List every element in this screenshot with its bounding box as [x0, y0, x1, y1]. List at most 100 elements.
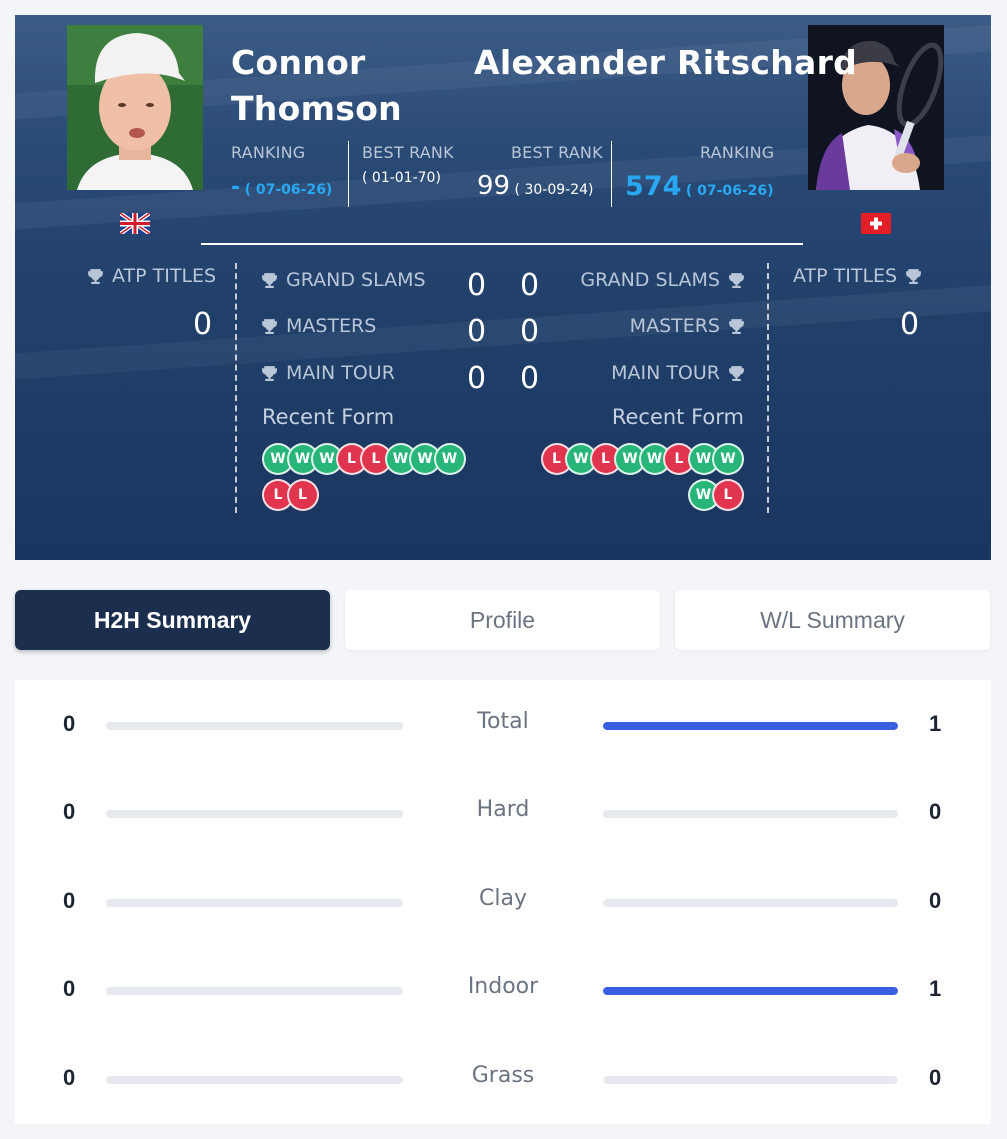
masters-text: MASTERS	[286, 315, 377, 337]
player1-ranking-value: -	[231, 175, 241, 200]
h2h-category-label: Hard	[476, 797, 530, 822]
h2h-right-bar-fill	[603, 722, 898, 730]
player1-main-tour-value: 0	[467, 361, 487, 396]
player2-best-rank-value: 99	[477, 171, 511, 201]
form-loss-badge: L	[286, 479, 319, 511]
player1-atp-titles-value: 0	[193, 307, 213, 342]
trophy-icon	[729, 318, 744, 334]
player1-ranking-date: ( 07-06-26)	[244, 182, 333, 198]
player2-name[interactable]: Alexander Ritschard	[474, 40, 857, 86]
h2h-right-value: 0	[929, 888, 942, 913]
h2h-category-label: Total	[477, 709, 529, 734]
h2h-left-bar	[106, 987, 403, 995]
h2h-right-bar	[603, 810, 898, 818]
h2h-row-total: 0 Total 1	[15, 705, 991, 745]
h2h-right-value: 1	[929, 711, 942, 736]
h2h-right-bar	[603, 1076, 898, 1084]
player2-main-tour-label: MAIN TOUR	[611, 362, 745, 384]
h2h-left-bar	[106, 899, 403, 907]
h2h-left-bar	[106, 1076, 403, 1084]
h2h-row-grass: 0 Grass 0	[15, 1059, 991, 1099]
atp-titles-text: ATP TITLES	[793, 265, 898, 287]
player2-atp-titles-label: ATP TITLES	[793, 265, 922, 287]
h2h-left-value: 0	[63, 976, 76, 1001]
h2h-right-value: 1	[929, 976, 942, 1001]
dashed-divider	[235, 263, 237, 513]
player2-grand-slams-label: GRAND SLAMS	[580, 269, 745, 291]
h2h-right-bar	[603, 722, 898, 730]
player1-photo[interactable]	[67, 25, 203, 190]
swiss-flag-icon	[861, 213, 891, 234]
h2h-category-label: Indoor	[467, 974, 539, 999]
player1-best-rank-label: BEST RANK	[362, 143, 454, 162]
h2h-right-value: 0	[929, 799, 942, 824]
player1-atp-titles-label: ATP TITLES	[87, 265, 216, 287]
player2-masters-label: MASTERS	[630, 315, 745, 337]
h2h-right-value: 0	[929, 1065, 942, 1090]
header-divider	[201, 243, 803, 245]
player1-name-last[interactable]: Thomson	[231, 86, 402, 132]
h2h-row-hard: 0 Hard 0	[15, 793, 991, 833]
h2h-left-value: 0	[63, 799, 76, 824]
masters-text: MASTERS	[629, 315, 720, 337]
h2h-left-value: 0	[63, 1065, 76, 1090]
player1-ranking-label: RANKING	[231, 143, 306, 162]
h2h-left-bar	[106, 722, 403, 730]
trophy-icon	[88, 268, 103, 284]
player2-ranking: 574 ( 07-06-26)	[625, 171, 774, 202]
player2-grand-slams-value: 0	[520, 268, 540, 303]
h2h-right-bar	[603, 899, 898, 907]
player1-name-first[interactable]: Connor	[231, 40, 366, 86]
player1-grand-slams-value: 0	[467, 268, 487, 303]
atp-titles-text: ATP TITLES	[112, 265, 217, 287]
trophy-icon	[729, 272, 744, 288]
main-tour-text: MAIN TOUR	[286, 362, 395, 384]
matchup-header: Connor Thomson Alexander Ritschard RANKI…	[15, 15, 991, 560]
player2-recent-form: LWLWWLWWWL	[540, 443, 744, 513]
player1-masters-label: MASTERS	[261, 315, 376, 337]
uk-flag-icon	[120, 213, 150, 234]
trophy-icon	[906, 268, 922, 284]
player1-recent-form-label: Recent Form	[262, 405, 395, 429]
form-win-badge: W	[712, 443, 744, 475]
player1-best-rank-date: ( 01-01-70)	[362, 170, 441, 186]
player2-ranking-label: RANKING	[700, 143, 775, 162]
h2h-row-indoor: 0 Indoor 1	[15, 970, 991, 1010]
grand-slams-text: GRAND SLAMS	[580, 269, 720, 291]
divider	[348, 141, 349, 207]
player2-ranking-date: ( 07-06-26)	[685, 183, 774, 199]
form-loss-badge: L	[712, 479, 744, 511]
dashed-divider	[767, 263, 769, 513]
background-court	[15, 269, 991, 387]
player2-recent-form-label: Recent Form	[611, 405, 744, 429]
main-tour-text: MAIN TOUR	[611, 362, 720, 384]
player2-best-rank-date: ( 30-09-24)	[514, 182, 594, 198]
tab-wl-summary[interactable]: W/L Summary	[675, 590, 990, 650]
trophy-icon	[729, 365, 744, 381]
h2h-category-label: Grass	[471, 1063, 535, 1088]
player1-grand-slams-label: GRAND SLAMS	[261, 269, 426, 291]
player2-best-rank: 99 ( 30-09-24)	[477, 171, 593, 201]
player1-ranking: - ( 07-06-26)	[231, 175, 332, 200]
h2h-row-clay: 0 Clay 0	[15, 882, 991, 922]
trophy-icon	[262, 272, 277, 288]
player2-best-rank-label: BEST RANK	[511, 143, 603, 162]
player1-recent-form: WWWLLWWWLL	[262, 443, 492, 513]
player2-main-tour-value: 0	[520, 361, 540, 396]
player1-main-tour-label: MAIN TOUR	[261, 362, 395, 384]
tab-h2h-summary[interactable]: H2H Summary	[15, 590, 330, 650]
h2h-summary-panel: 0 Total 1 0 Hard 0 0 Clay 0 0 Indoor 1 0 Grass 0	[15, 680, 991, 1124]
player2-masters-value: 0	[520, 314, 540, 349]
h2h-left-value: 0	[63, 711, 76, 736]
trophy-icon	[262, 365, 277, 381]
player1-masters-value: 0	[467, 314, 487, 349]
h2h-right-bar-fill	[603, 987, 898, 995]
trophy-icon	[262, 318, 277, 334]
h2h-left-value: 0	[63, 888, 76, 913]
tab-profile[interactable]: Profile	[345, 590, 660, 650]
player2-ranking-value: 574	[625, 171, 682, 202]
grand-slams-text: GRAND SLAMS	[286, 269, 426, 291]
h2h-category-label: Clay	[479, 886, 527, 911]
h2h-left-bar	[106, 810, 403, 818]
form-win-badge: W	[433, 443, 466, 475]
